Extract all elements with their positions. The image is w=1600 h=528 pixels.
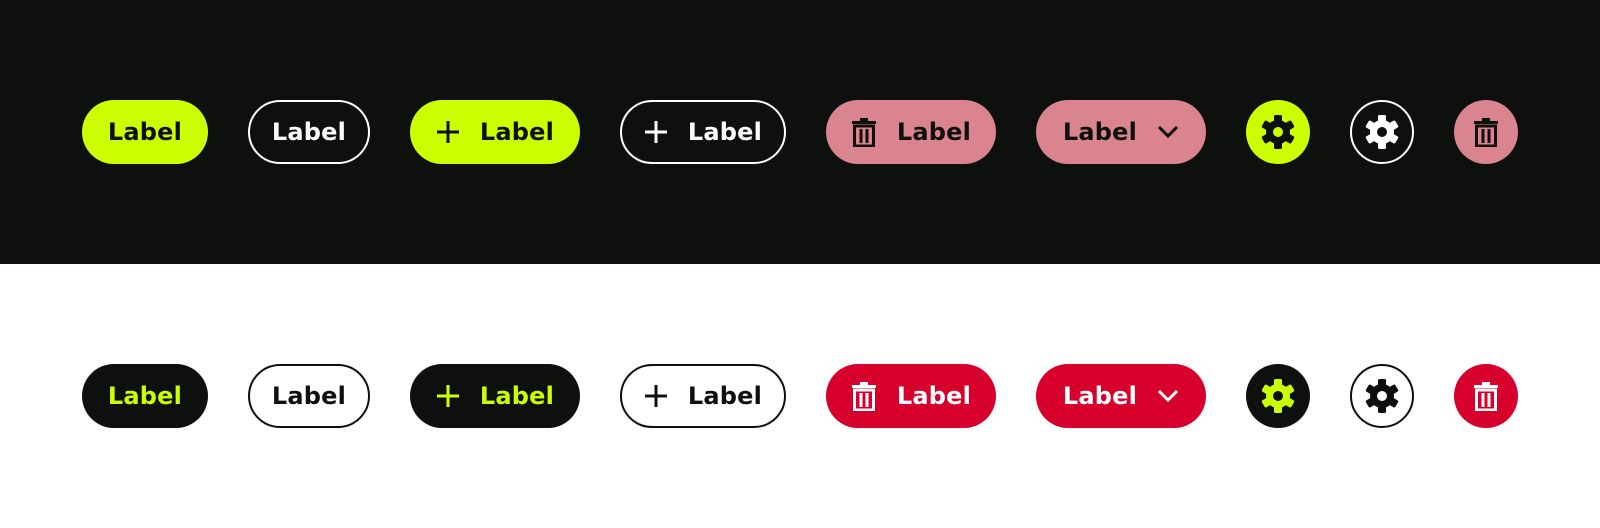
plus-icon xyxy=(436,384,460,408)
dark-theme-panel: Label Label Label Label Label Label xyxy=(0,0,1600,264)
outline-add-button[interactable]: Label xyxy=(620,364,786,428)
trash-icon xyxy=(1473,117,1499,147)
gear-icon xyxy=(1364,114,1400,150)
chevron-down-icon xyxy=(1157,389,1179,403)
primary-add-button[interactable]: Label xyxy=(410,100,580,164)
button-label: Label xyxy=(896,118,972,146)
trash-icon xyxy=(851,117,877,147)
gear-icon xyxy=(1260,114,1296,150)
settings-outline-icon-button[interactable] xyxy=(1350,100,1414,164)
button-label: Label xyxy=(479,382,555,410)
outline-button[interactable]: Label xyxy=(248,100,370,164)
outline-add-button[interactable]: Label xyxy=(620,100,786,164)
primary-add-button[interactable]: Label xyxy=(410,364,580,428)
button-label: Label xyxy=(271,118,347,146)
settings-icon-button[interactable] xyxy=(1246,100,1310,164)
button-label: Label xyxy=(896,382,972,410)
dropdown-button[interactable]: Label xyxy=(1036,364,1206,428)
delete-button[interactable]: Label xyxy=(826,100,996,164)
plus-icon xyxy=(644,120,668,144)
outline-button[interactable]: Label xyxy=(248,364,370,428)
button-label: Label xyxy=(687,382,763,410)
gear-icon xyxy=(1260,378,1296,414)
delete-icon-button[interactable] xyxy=(1454,364,1518,428)
trash-icon xyxy=(1473,381,1499,411)
dropdown-button[interactable]: Label xyxy=(1036,100,1206,164)
button-label: Label xyxy=(1062,118,1138,146)
plus-icon xyxy=(436,120,460,144)
gear-icon xyxy=(1364,378,1400,414)
light-theme-panel: Label Label Label Label Label Label xyxy=(0,264,1600,528)
button-label: Label xyxy=(107,382,183,410)
plus-icon xyxy=(644,384,668,408)
settings-outline-icon-button[interactable] xyxy=(1350,364,1414,428)
primary-button[interactable]: Label xyxy=(82,100,208,164)
button-label: Label xyxy=(271,382,347,410)
button-label: Label xyxy=(1062,382,1138,410)
delete-button[interactable]: Label xyxy=(826,364,996,428)
button-label: Label xyxy=(479,118,555,146)
button-label: Label xyxy=(687,118,763,146)
delete-icon-button[interactable] xyxy=(1454,100,1518,164)
trash-icon xyxy=(851,381,877,411)
primary-button[interactable]: Label xyxy=(82,364,208,428)
button-label: Label xyxy=(107,118,183,146)
chevron-down-icon xyxy=(1157,125,1179,139)
settings-icon-button[interactable] xyxy=(1246,364,1310,428)
